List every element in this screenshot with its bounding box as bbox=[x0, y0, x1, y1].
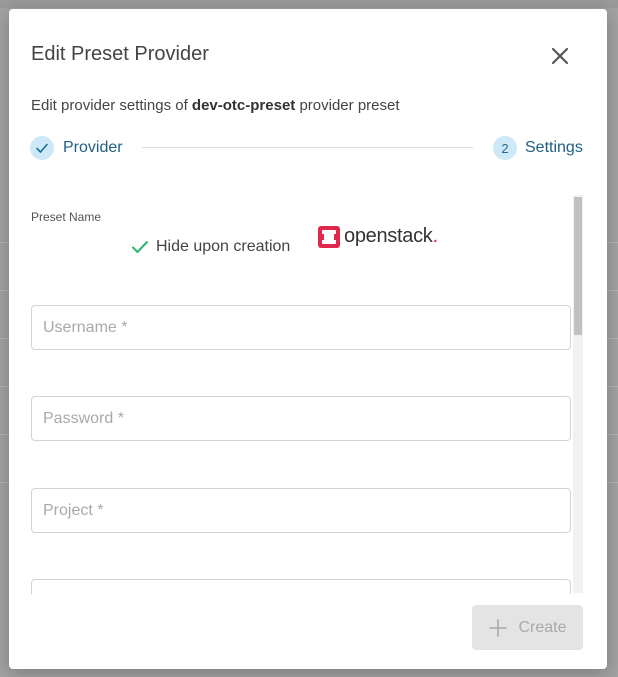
step-1-label[interactable]: Provider bbox=[63, 139, 123, 157]
dialog-title: Edit Preset Provider bbox=[31, 43, 209, 65]
check-icon bbox=[132, 241, 148, 253]
create-button[interactable]: Create bbox=[472, 605, 583, 650]
hide-upon-creation-status: Hide upon creation bbox=[131, 238, 290, 256]
openstack-wordmark: openstack. bbox=[344, 225, 438, 247]
create-button-label: Create bbox=[518, 618, 567, 636]
subtitle-suffix: provider preset bbox=[299, 97, 400, 114]
stepper-connector bbox=[142, 147, 473, 148]
step-2-number: 2 bbox=[493, 136, 517, 160]
project-id-input[interactable] bbox=[31, 579, 571, 594]
subtitle-prefix: Edit provider settings of bbox=[31, 97, 188, 114]
close-button[interactable] bbox=[547, 43, 573, 69]
check-icon bbox=[36, 143, 48, 153]
password-input[interactable] bbox=[31, 396, 571, 441]
edit-preset-provider-dialog: Edit Preset Provider Edit provider setti… bbox=[9, 9, 607, 669]
project-input[interactable] bbox=[31, 488, 571, 533]
preset-name-highlight: dev-otc-preset bbox=[191, 97, 296, 114]
username-input[interactable] bbox=[31, 305, 571, 350]
dialog-subtitle: Edit provider settings of dev-otc-preset… bbox=[31, 97, 400, 114]
hide-upon-creation-label: Hide upon creation bbox=[156, 238, 291, 255]
settings-form: Preset Name Hide upon creation openstack… bbox=[9, 194, 607, 594]
openstack-logo: openstack. bbox=[318, 225, 438, 248]
form-scrollbar-thumb[interactable] bbox=[574, 197, 582, 335]
openstack-logo-icon bbox=[318, 225, 340, 248]
preset-name-label: Preset Name bbox=[31, 210, 102, 224]
step-2-label: Settings bbox=[525, 139, 583, 156]
close-icon bbox=[551, 47, 569, 65]
plus-icon bbox=[489, 618, 508, 637]
step-1-completed[interactable] bbox=[30, 136, 54, 160]
